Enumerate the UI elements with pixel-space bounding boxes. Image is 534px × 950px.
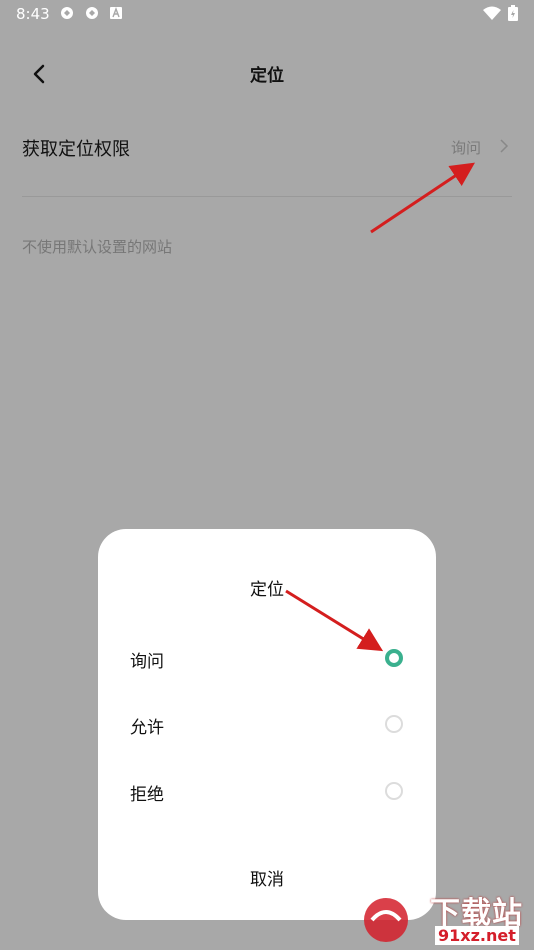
watermark-url: 91xz.net — [435, 926, 519, 945]
status-time: 8:43 — [16, 5, 50, 23]
radio-button-selected[interactable] — [385, 649, 403, 667]
section-label: 不使用默认设置的网站 — [22, 238, 173, 256]
dialog-title: 定位 — [250, 580, 284, 600]
option-ask[interactable]: 询问 — [98, 634, 436, 684]
chevron-right-icon — [500, 139, 509, 153]
text-a-icon — [110, 7, 122, 19]
sync-icon — [86, 7, 98, 19]
battery-icon — [508, 5, 518, 21]
option-label: 拒绝 — [130, 785, 164, 805]
option-allow[interactable]: 允许 — [98, 700, 436, 750]
permission-label: 获取定位权限 — [22, 139, 130, 160]
option-deny[interactable]: 拒绝 — [98, 767, 436, 817]
location-dialog: 定位 询问 允许 拒绝 取消 — [98, 529, 436, 920]
page-title: 定位 — [250, 66, 284, 86]
sync-icon — [61, 7, 73, 19]
radio-button[interactable] — [385, 782, 403, 800]
permission-value: 询问 — [450, 139, 481, 157]
arrow-annotation — [370, 162, 475, 234]
option-label: 允许 — [130, 718, 164, 738]
radio-button[interactable] — [385, 715, 403, 733]
app-header: 定位 — [0, 48, 534, 98]
location-permission-row[interactable]: 获取定位权限 询问 — [0, 118, 534, 174]
divider — [22, 196, 512, 197]
option-label: 询问 — [130, 652, 164, 672]
status-bar: 8:43 — [0, 0, 534, 28]
wifi-icon — [483, 6, 501, 20]
